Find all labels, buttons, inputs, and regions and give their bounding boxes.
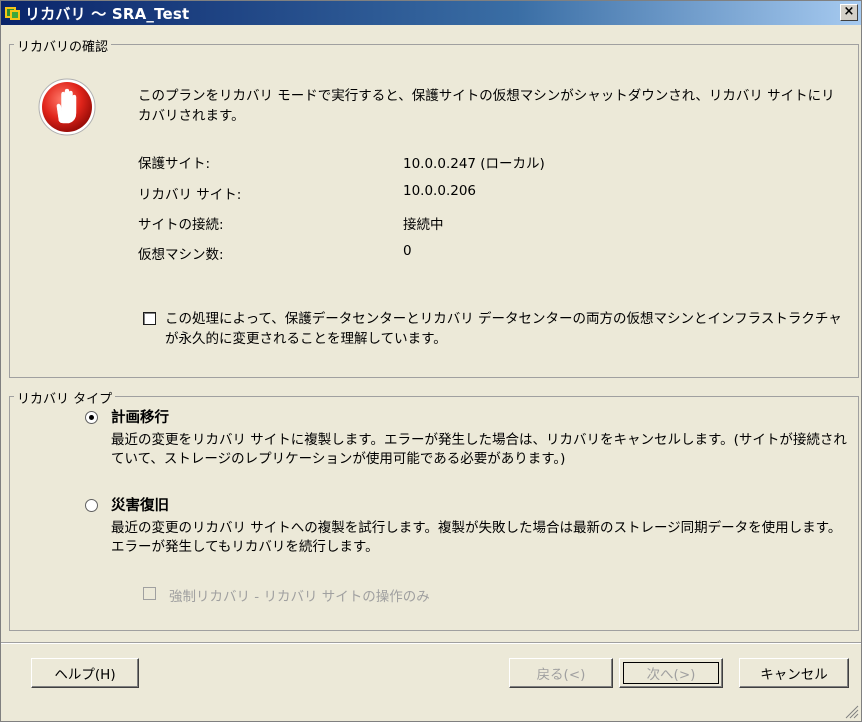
app-icon — [5, 5, 21, 21]
planned-migration-title: 計画移行 — [111, 410, 169, 426]
recovery-site-label: リカバリ サイト: — [138, 187, 242, 203]
next-button[interactable]: 次へ(>) — [619, 658, 723, 688]
vm-count-label: 仮想マシン数: — [138, 247, 224, 263]
close-button[interactable]: × — [840, 4, 858, 21]
resize-grip-icon[interactable] — [843, 703, 859, 719]
recovery-site-value: 10.0.0.206 — [403, 183, 476, 199]
planned-migration-radio[interactable] — [85, 411, 98, 424]
window-title: リカバリ ～ SRA_Test — [25, 4, 190, 23]
back-button[interactable]: 戻る(<) — [509, 658, 613, 688]
forced-recovery-label: 強制リカバリ - リカバリ サイトの操作のみ — [169, 589, 430, 605]
disaster-recovery-title: 災害復旧 — [111, 498, 169, 514]
disaster-recovery-radio[interactable] — [85, 499, 98, 512]
site-connection-label: サイトの接続: — [138, 217, 224, 233]
help-button[interactable]: ヘルプ(H) — [31, 658, 139, 688]
vm-count-value: 0 — [403, 243, 412, 259]
acknowledge-label: この処理によって、保護データセンターとリカバリ データセンターの両方の仮想マシン… — [165, 311, 842, 347]
recovery-confirmation-title: リカバリの確認 — [14, 36, 112, 55]
cancel-button[interactable]: キャンセル — [739, 658, 849, 688]
footer-separator — [1, 642, 861, 644]
protected-site-value: 10.0.0.247 (ローカル) — [403, 156, 545, 172]
forced-recovery-checkbox[interactable] — [143, 587, 156, 600]
recovery-warning-message: このプランをリカバリ モードで実行すると、保護サイトの仮想マシンがシャットダウン… — [138, 88, 835, 124]
site-connection-value: 接続中 — [403, 217, 444, 233]
planned-migration-description: 最近の変更をリカバリ サイトに複製します。エラーが発生した場合は、リカバリをキャ… — [111, 432, 847, 467]
stop-hand-icon — [38, 78, 96, 136]
protected-site-label: 保護サイト: — [138, 156, 211, 172]
disaster-recovery-description: 最近の変更のリカバリ サイトへの複製を試行します。複製が失敗した場合は最新のスト… — [111, 520, 842, 555]
acknowledge-checkbox[interactable] — [143, 312, 156, 325]
recovery-type-title: リカバリ タイプ — [14, 388, 116, 407]
title-bar: リカバリ ～ SRA_Test × — [1, 1, 861, 25]
recovery-dialog: リカバリ ～ SRA_Test × リカバリの確認 このプランをリカバリ モード… — [0, 0, 862, 722]
